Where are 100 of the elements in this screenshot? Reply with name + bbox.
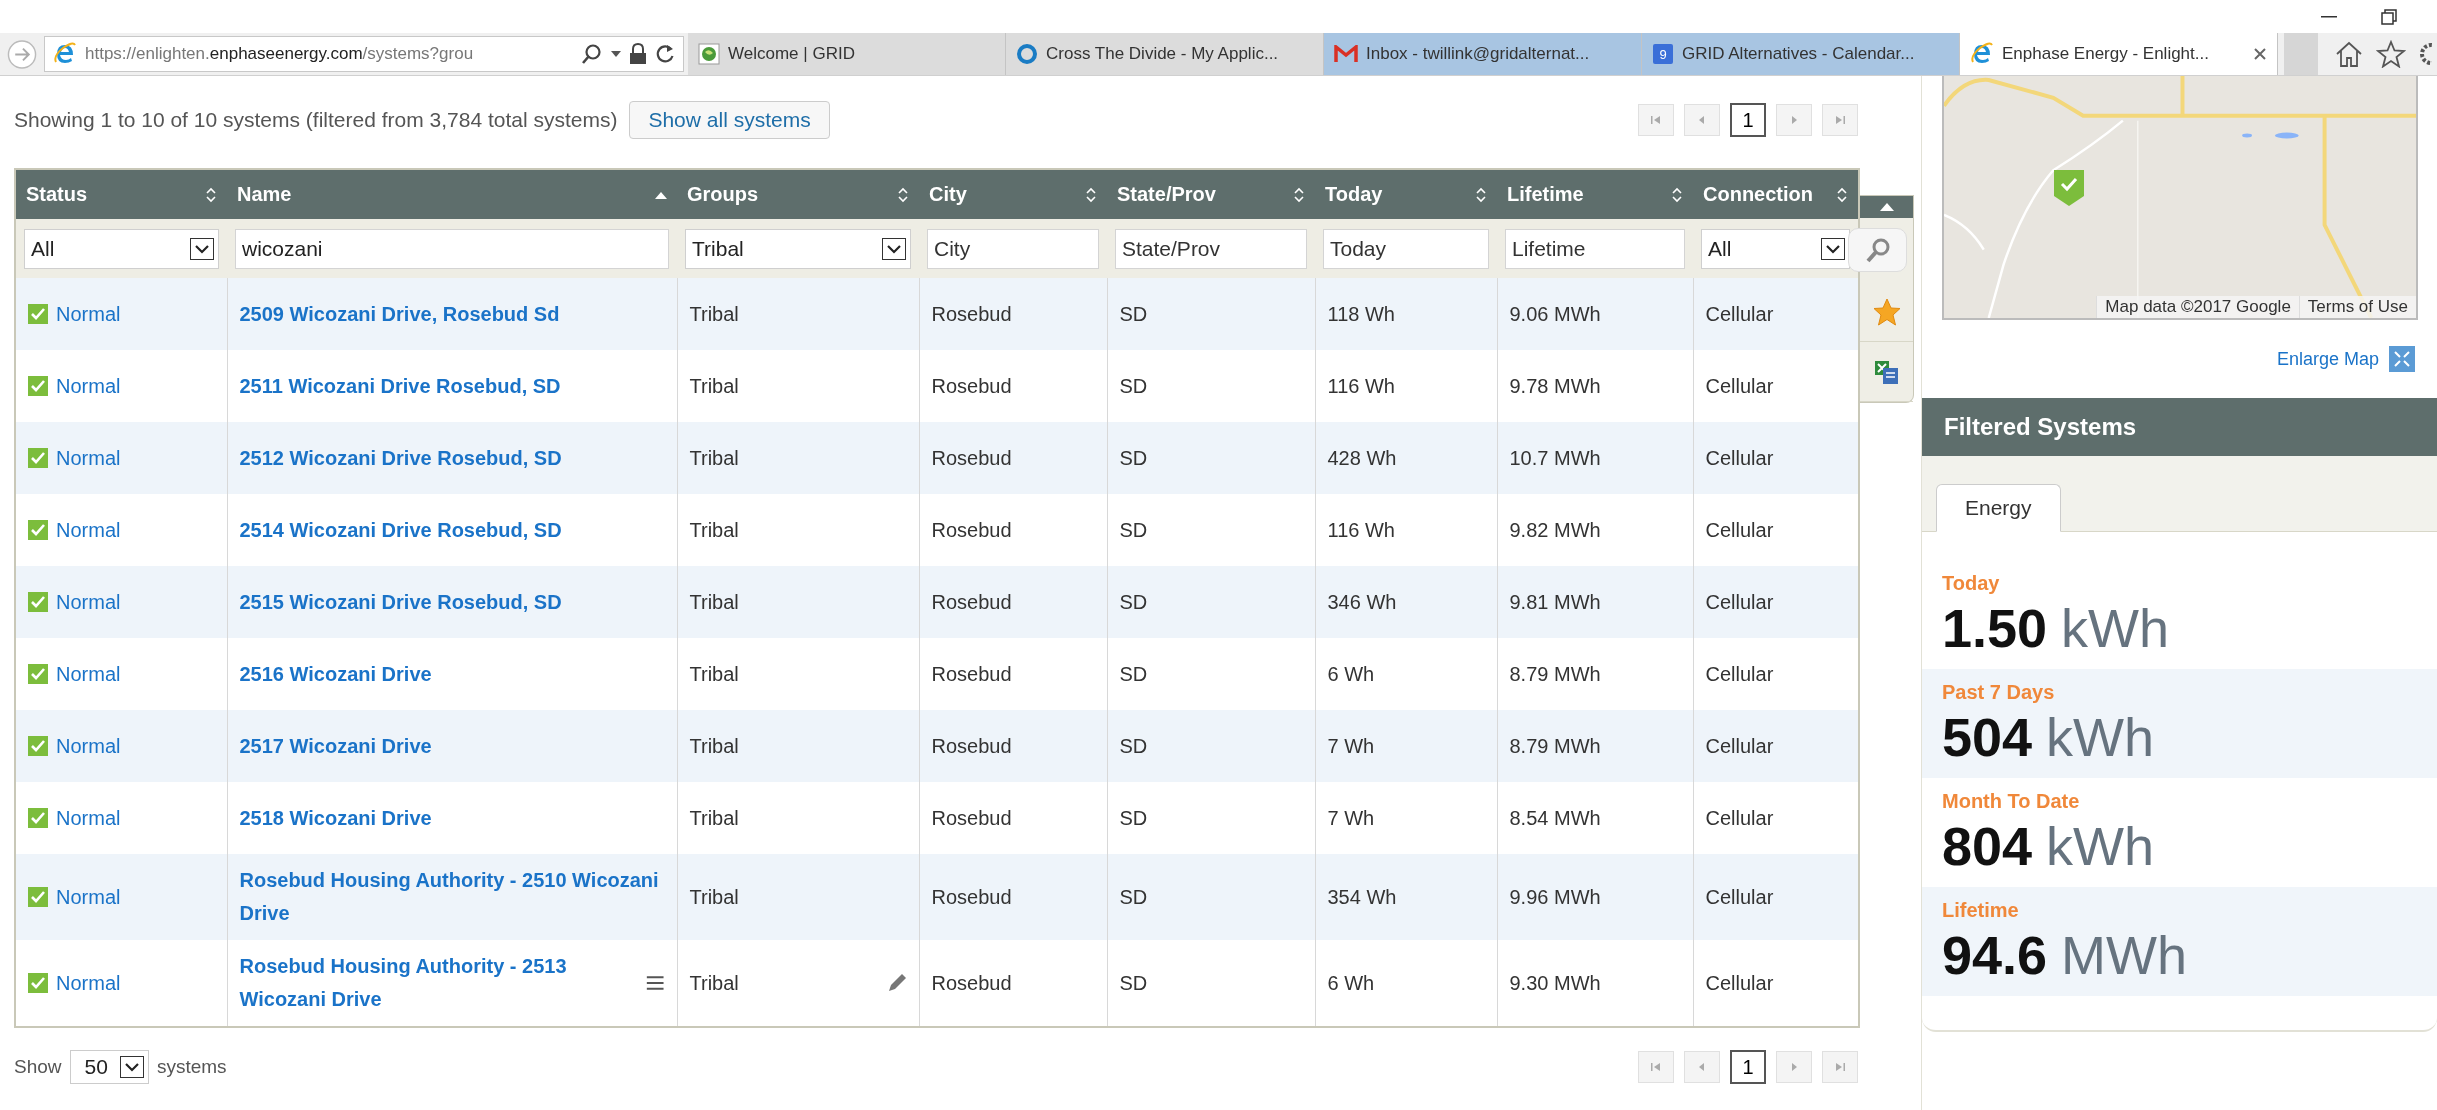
menu-icon[interactable] — [646, 974, 665, 992]
check-status-icon — [28, 887, 48, 907]
browser-tab[interactable]: Cross The Divide - My Applic... — [1006, 33, 1324, 75]
system-name-link[interactable]: 2514 Wicozani Drive Rosebud, SD — [239, 513, 562, 547]
table-cell-text: Tribal — [689, 733, 739, 759]
table-cell: 8.54 MWh — [1509, 806, 1601, 829]
last-page-icon — [1833, 1061, 1847, 1073]
browser-tab[interactable]: Welcome | GRID — [688, 33, 1006, 75]
filter-input[interactable]: wicozani — [235, 228, 669, 269]
table-cell: Rosebud — [931, 590, 1012, 613]
column-header[interactable]: Groups — [677, 169, 919, 219]
status-link[interactable]: Normal — [56, 966, 121, 1000]
status-link[interactable]: Normal — [56, 441, 121, 475]
check-status-icon — [28, 664, 48, 684]
check-status-icon — [28, 304, 48, 324]
status-link[interactable]: Normal — [56, 729, 121, 763]
expand-icon[interactable] — [2389, 346, 2415, 372]
show-all-button[interactable]: Show all systems — [629, 101, 830, 139]
filter-select[interactable]: All — [24, 228, 219, 269]
table-cell: SD — [1119, 374, 1148, 397]
stat-value: 504 — [1942, 706, 2033, 768]
column-header[interactable]: Connection — [1693, 169, 1859, 219]
system-name-link[interactable]: Rosebud Housing Authority - 2510 Wicozani Drive — [239, 864, 665, 930]
restore-icon[interactable] — [2381, 8, 2397, 25]
filter-input[interactable]: State/Prov — [1115, 228, 1307, 269]
stat-unit: kWh — [2046, 706, 2155, 768]
table-cell: 116 Wh — [1327, 374, 1395, 397]
check-status-icon — [28, 808, 48, 828]
table-cell: SD — [1119, 971, 1148, 994]
table-cell: 9.06 MWh — [1509, 302, 1601, 325]
refresh-icon[interactable] — [655, 43, 675, 65]
check-status-icon — [28, 973, 48, 993]
table-cell-text: Tribal — [689, 970, 739, 996]
map-marker-icon[interactable] — [2054, 170, 2084, 206]
search-button[interactable] — [1848, 228, 1907, 272]
table-cell: Rosebud — [931, 885, 1012, 908]
first-page-button[interactable] — [1638, 104, 1674, 136]
table-cell: Cellular — [1705, 302, 1774, 325]
enlarge-map-link[interactable]: Enlarge Map — [2276, 348, 2379, 370]
pencil-icon[interactable] — [886, 973, 907, 993]
star-icon[interactable] — [2376, 40, 2406, 68]
system-name-link[interactable]: 2509 Wicozani Drive, Rosebud Sd — [239, 297, 560, 331]
close-icon[interactable] — [2253, 47, 2267, 61]
system-name-link[interactable]: 2511 Wicozani Drive Rosebud, SD — [239, 369, 561, 403]
page-number-button[interactable]: 1 — [1730, 1050, 1766, 1084]
system-name-link[interactable]: 2516 Wicozani Drive — [239, 657, 432, 691]
status-link[interactable]: Normal — [56, 657, 121, 691]
status-link[interactable]: Normal — [56, 801, 121, 835]
column-header[interactable]: Today — [1315, 169, 1497, 219]
stat-value: 1.50 — [1942, 597, 2048, 659]
status-link[interactable]: Normal — [56, 513, 121, 547]
column-header[interactable]: City — [919, 169, 1107, 219]
filter-input[interactable]: Today — [1323, 228, 1489, 269]
ring-icon — [1016, 43, 1038, 65]
energy-tab[interactable]: Energy — [1936, 484, 2061, 532]
table-cell: 354 Wh — [1327, 885, 1397, 908]
status-link[interactable]: Normal — [56, 880, 121, 914]
browser-tab[interactable]: 9 GRID Alternatives - Calendar... — [1642, 33, 1960, 75]
terms-of-use-link[interactable]: Terms of Use — [2298, 296, 2416, 318]
home-icon[interactable] — [2334, 40, 2364, 68]
last-page-button[interactable] — [1822, 1051, 1858, 1083]
browser-tab[interactable]: Inbox - twillink@gridalternat... — [1324, 33, 1642, 75]
results-summary: Showing 1 to 10 of 10 systems (filtered from 3,784 total systems) — [14, 108, 618, 132]
address-bar[interactable]: https://enlighten.enphaseenergy.com/systems?grou — [44, 36, 684, 72]
collapse-icon[interactable] — [1879, 203, 1894, 211]
table-cell: SD — [1119, 734, 1148, 757]
table-cell: 7 Wh — [1327, 806, 1375, 829]
table-cell: Cellular — [1705, 518, 1774, 541]
filter-input[interactable]: Lifetime — [1505, 228, 1685, 269]
column-header[interactable]: Status — [15, 169, 227, 219]
map-attribution: Map data ©2017 Google — [2096, 296, 2299, 318]
system-name-link[interactable]: 2512 Wicozani Drive Rosebud, SD — [239, 441, 562, 475]
filtered-systems-heading: Filtered Systems — [1922, 398, 2437, 456]
stat-value: 94.6 — [1942, 924, 2048, 986]
table-cell: SD — [1119, 518, 1148, 541]
browser-tab[interactable]: Enphase Energy - Enlight... — [1960, 33, 2278, 75]
system-name-link[interactable]: Rosebud Housing Authority - 2513 Wicozani Drive — [239, 950, 637, 1016]
table-cell: Cellular — [1705, 806, 1774, 829]
status-link[interactable]: Normal — [56, 585, 121, 619]
page-number-button[interactable]: 1 — [1730, 103, 1766, 137]
search-icon[interactable] — [581, 43, 603, 65]
column-header[interactable]: Name — [227, 169, 677, 219]
last-page-button[interactable] — [1822, 104, 1858, 136]
stat-label: Today — [1942, 572, 2001, 595]
first-page-button[interactable] — [1638, 1051, 1674, 1083]
page-size-select[interactable]: 50 — [69, 1050, 149, 1084]
chevron-down-icon — [119, 1056, 144, 1078]
column-header[interactable]: Lifetime — [1497, 169, 1693, 219]
column-header[interactable]: State/Prov — [1107, 169, 1315, 219]
table-cell-text: Tribal — [689, 805, 739, 831]
stat-label: Past 7 Days — [1942, 681, 2056, 704]
status-link[interactable]: Normal — [56, 297, 121, 331]
filter-input[interactable]: City — [927, 228, 1099, 269]
status-link[interactable]: Normal — [56, 369, 121, 403]
system-name-link[interactable]: 2515 Wicozani Drive Rosebud, SD — [239, 585, 562, 619]
caret-icon[interactable] — [611, 50, 621, 58]
system-name-link[interactable]: 2518 Wicozani Drive — [239, 801, 432, 835]
system-name-link[interactable]: 2517 Wicozani Drive — [239, 729, 432, 763]
filter-select[interactable]: All — [1701, 228, 1850, 269]
filter-select[interactable]: Tribal — [685, 228, 911, 269]
